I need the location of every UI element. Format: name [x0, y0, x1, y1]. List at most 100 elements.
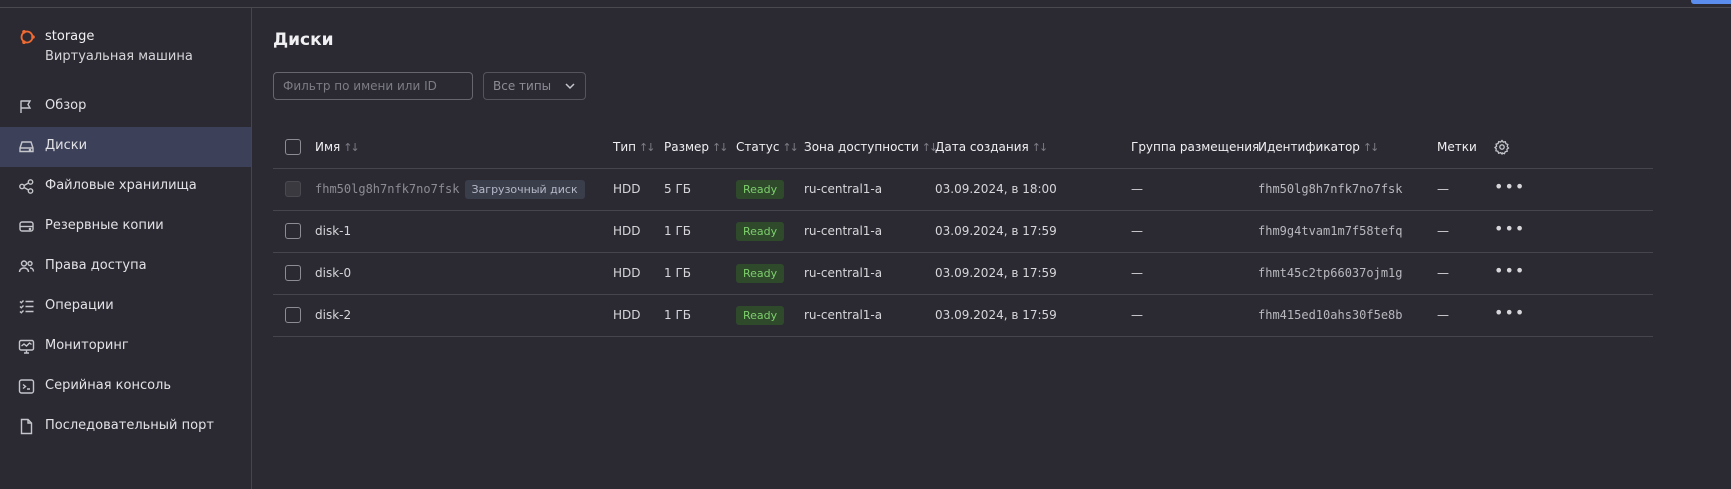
- cell-placement: —: [1131, 210, 1258, 253]
- column-header-type[interactable]: Тип ↑↓: [613, 126, 664, 169]
- filter-input[interactable]: [273, 72, 473, 100]
- cell-status: Ready: [736, 168, 804, 211]
- column-header-status[interactable]: Статус ↑↓: [736, 126, 804, 169]
- select-all-checkbox[interactable]: [285, 138, 301, 155]
- cell-zone: ru-central1-a: [804, 168, 935, 211]
- column-header-id[interactable]: Идентификатор ↑↓: [1258, 126, 1437, 169]
- boot-disk-badge: Загрузочный диск: [464, 179, 585, 199]
- status-badge: Ready: [736, 221, 785, 241]
- sidebar-item-label: Последовательный порт: [45, 418, 214, 433]
- sidebar-item-disks[interactable]: Диски: [0, 127, 251, 167]
- sidebar-item-overview[interactable]: Обзор: [0, 87, 251, 127]
- row-checkbox[interactable]: [285, 265, 301, 281]
- cell-name: disk-1: [315, 210, 613, 253]
- cell-labels: —: [1437, 252, 1494, 295]
- cell-size: 1 ГБ: [664, 252, 736, 295]
- cell-id: fhm415ed10ahs30f5e8b: [1258, 294, 1437, 337]
- sidebar-item-label: Файловые хранилища: [45, 178, 197, 193]
- type-select[interactable]: Все типы: [483, 72, 586, 100]
- disk-id: fhmt45c2tp66037ojm1g: [1258, 266, 1403, 280]
- share-icon: [18, 178, 35, 195]
- flag-icon: [18, 98, 35, 115]
- table-row[interactable]: disk-0 HDD 1 ГБ Ready ru-central1-a 03.0…: [273, 252, 1653, 295]
- row-select: [273, 210, 315, 253]
- disks-table: Имя ↑↓ Тип ↑↓ Размер ↑↓ Статус ↑↓ Зона досту…: [273, 126, 1653, 337]
- column-header-label: Статус: [736, 139, 780, 154]
- table-row[interactable]: fhm50lg8h7nfk7no7fsk Загрузочный диск HDD…: [273, 168, 1653, 211]
- sort-icon: ↑↓: [1362, 140, 1380, 154]
- cell-placement: —: [1131, 168, 1258, 211]
- column-header-label: Метки: [1437, 139, 1477, 154]
- monitor-icon: [18, 338, 35, 355]
- top-bar: [0, 0, 1731, 8]
- gear-icon[interactable]: [1494, 139, 1510, 155]
- disk-icon: [18, 138, 35, 155]
- column-header-created[interactable]: Дата создания ↑↓: [935, 126, 1131, 169]
- column-settings: [1494, 126, 1653, 169]
- column-header-label: Зона доступности: [804, 139, 919, 154]
- cell-type: HDD: [613, 210, 664, 253]
- column-header-label: Идентификатор: [1258, 139, 1360, 154]
- disk-name: fhm50lg8h7nfk7no7fsk: [315, 181, 460, 196]
- table-row[interactable]: disk-2 HDD 1 ГБ Ready ru-central1-a 03.0…: [273, 294, 1653, 337]
- sidebar-item-access[interactable]: Права доступа: [0, 247, 251, 287]
- cell-zone: ru-central1-a: [804, 252, 935, 295]
- cell-status: Ready: [736, 252, 804, 295]
- cell-labels: —: [1437, 294, 1494, 337]
- cell-actions: •••: [1494, 210, 1653, 253]
- cell-placement: —: [1131, 294, 1258, 337]
- cell-type: HDD: [613, 252, 664, 295]
- column-header-labels: Метки: [1437, 126, 1494, 169]
- row-select: [273, 252, 315, 295]
- sidebar-item-label: Права доступа: [45, 258, 147, 273]
- cell-type: HDD: [613, 168, 664, 211]
- more-actions-icon[interactable]: •••: [1494, 262, 1524, 282]
- more-actions-icon[interactable]: •••: [1494, 220, 1524, 240]
- cell-placement: —: [1131, 252, 1258, 295]
- sidebar-item-serial-console[interactable]: Серийная консоль: [0, 367, 251, 407]
- cell-zone: ru-central1-a: [804, 210, 935, 253]
- disk-id: fhm415ed10ahs30f5e8b: [1258, 308, 1403, 322]
- cell-type: HDD: [613, 294, 664, 337]
- cell-labels: —: [1437, 210, 1494, 253]
- status-badge: Ready: [736, 305, 785, 325]
- column-header-label: Размер: [664, 139, 710, 154]
- more-actions-icon[interactable]: •••: [1494, 178, 1524, 198]
- top-bar-accent: [1691, 0, 1731, 4]
- sidebar-item-file-storages[interactable]: Файловые хранилища: [0, 167, 251, 207]
- more-actions-icon[interactable]: •••: [1494, 304, 1524, 324]
- sidebar-item-monitoring[interactable]: Мониторинг: [0, 327, 251, 367]
- disk-name: disk-0: [315, 266, 352, 280]
- type-select-value: Все типы: [493, 79, 552, 93]
- table-row[interactable]: disk-1 HDD 1 ГБ Ready ru-central1-a 03.0…: [273, 210, 1653, 253]
- sort-icon: ↑↓: [1031, 140, 1049, 154]
- sort-icon: ↑↓: [712, 140, 729, 154]
- users-icon: [18, 258, 35, 275]
- row-checkbox[interactable]: [285, 307, 301, 323]
- column-header-zone[interactable]: Зона доступности ↑↓: [804, 126, 938, 169]
- cell-name: disk-2: [315, 294, 613, 337]
- sidebar: storage Виртуальная машина Обзор Диски Ф…: [0, 8, 252, 489]
- column-header-name[interactable]: Имя ↑↓: [315, 126, 613, 169]
- sort-icon: ↑↓: [782, 140, 799, 154]
- disk-id: fhm50lg8h7nfk7no7fsk: [1258, 182, 1403, 196]
- cell-id: fhmt45c2tp66037ojm1g: [1258, 252, 1437, 295]
- sidebar-item-backups[interactable]: Резервные копии: [0, 207, 251, 247]
- terminal-icon: [18, 378, 35, 395]
- service-title: storage: [45, 29, 95, 44]
- cell-labels: —: [1437, 168, 1494, 211]
- cell-size: 5 ГБ: [664, 168, 736, 211]
- sidebar-item-operations[interactable]: Операции: [0, 287, 251, 327]
- cell-name: fhm50lg8h7nfk7no7fsk Загрузочный диск: [315, 168, 613, 211]
- row-checkbox[interactable]: [285, 223, 301, 239]
- sidebar-item-label: Серийная консоль: [45, 378, 172, 393]
- cell-id: fhm50lg8h7nfk7no7fsk: [1258, 168, 1437, 211]
- row-checkbox: [285, 181, 301, 197]
- column-header-label: Тип: [613, 139, 636, 154]
- service-subtitle: Виртуальная машина: [45, 49, 193, 64]
- cell-status: Ready: [736, 210, 804, 253]
- column-header-size[interactable]: Размер ↑↓: [664, 126, 736, 169]
- sidebar-item-serial-port[interactable]: Последовательный порт: [0, 407, 251, 447]
- backup-icon: [18, 218, 35, 235]
- status-badge: Ready: [736, 263, 785, 283]
